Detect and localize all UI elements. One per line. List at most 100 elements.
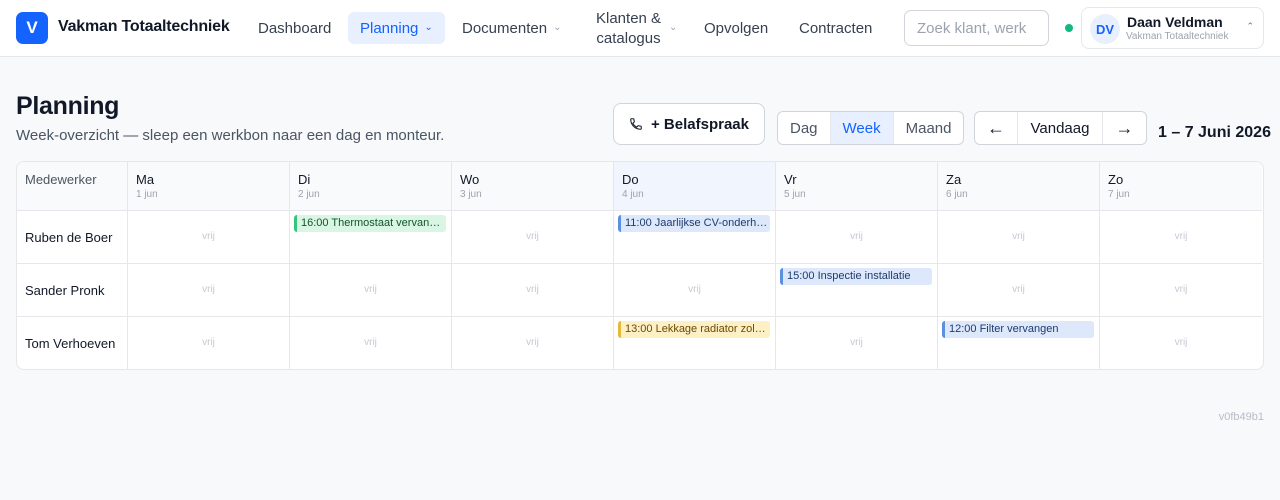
date-navigation: ← Vandaag → xyxy=(974,111,1147,145)
schedule-slot[interactable]: vrij xyxy=(776,317,938,369)
user-menu[interactable]: DV Daan Veldman Vakman Totaaltechniek ⌃ xyxy=(1081,7,1264,49)
nav-klanten-label-line1: Klanten & xyxy=(596,10,662,27)
employee-name: Tom Verhoeven xyxy=(25,336,116,351)
nav-klanten-label-line2: catalogus xyxy=(596,30,661,47)
user-organization: Vakman Totaaltechniek xyxy=(1126,31,1229,42)
view-week-button[interactable]: Week xyxy=(830,112,894,144)
day-name: Di xyxy=(298,172,311,187)
view-maand-button[interactable]: Maand xyxy=(894,112,964,144)
free-slot-label: vrij xyxy=(364,337,377,348)
schedule-slot[interactable]: vrij xyxy=(452,264,614,317)
day-date: 5 jun xyxy=(784,189,806,200)
online-status-dot xyxy=(1065,24,1073,32)
previous-week-button[interactable]: ← xyxy=(975,112,1018,144)
day-date: 2 jun xyxy=(298,189,320,200)
day-date: 3 jun xyxy=(460,189,482,200)
schedule-slot[interactable]: 13:00 Lekkage radiator zolder xyxy=(614,317,776,369)
nav-opvolgen[interactable]: Opvolgen xyxy=(692,12,780,44)
employee-row-label: Ruben de Boer xyxy=(17,211,128,264)
nav-planning-label: Planning xyxy=(360,19,419,37)
chevron-down-icon: ⌄ xyxy=(553,21,562,33)
nav-dashboard-label: Dashboard xyxy=(258,19,332,37)
day-name: Do xyxy=(622,172,639,187)
free-slot-label: vrij xyxy=(526,284,539,295)
schedule-slot[interactable]: vrij xyxy=(452,317,614,369)
version-label: v0fb49b1 xyxy=(1218,411,1264,423)
schedule-slot[interactable]: vrij xyxy=(128,211,290,264)
free-slot-label: vrij xyxy=(1174,337,1188,348)
schedule-slot[interactable]: vrij xyxy=(128,317,290,369)
chevron-down-icon: ⌃ xyxy=(1246,21,1254,31)
free-slot-label: vrij xyxy=(526,231,539,242)
schedule-slot[interactable]: vrij xyxy=(776,211,938,264)
job-card[interactable]: 13:00 Lekkage radiator zolder xyxy=(618,321,770,338)
nav-opvolgen-label: Opvolgen xyxy=(704,19,769,37)
schedule-slot[interactable]: vrij xyxy=(128,264,290,317)
nav-contracten[interactable]: Contracten xyxy=(787,12,884,44)
free-slot-label: vrij xyxy=(688,284,701,295)
planning-grid: Medewerker Ma 1 jun Di 2 jun Wo 3 jun Do 4 jun Vr… xyxy=(16,161,1264,370)
schedule-slot[interactable]: 12:00 Filter vervangen xyxy=(938,317,1100,369)
chevron-down-icon: ⌄ xyxy=(424,21,433,33)
nav-klanten-catalogus[interactable]: Klanten & catalogus ⌄ xyxy=(584,8,689,50)
day-header: Zo 7 jun xyxy=(1100,162,1262,211)
day-header: Vr 5 jun xyxy=(776,162,938,211)
day-name: Vr xyxy=(784,172,797,187)
next-week-button[interactable]: → xyxy=(1103,112,1146,144)
day-header: Wo 3 jun xyxy=(452,162,614,211)
avatar: DV xyxy=(1090,14,1120,44)
free-slot-label: vrij xyxy=(1174,231,1188,242)
employee-row-label: Tom Verhoeven xyxy=(17,317,128,369)
nav-dashboard[interactable]: Dashboard xyxy=(246,12,343,44)
free-slot-label: vrij xyxy=(1012,284,1025,295)
view-dag-button[interactable]: Dag xyxy=(778,112,831,144)
day-header: Di 2 jun xyxy=(290,162,452,211)
free-slot-label: vrij xyxy=(850,231,863,242)
nav-documenten[interactable]: Documenten ⌄ xyxy=(450,12,573,44)
employee-header-label: Medewerker xyxy=(25,172,97,187)
page-title: Planning xyxy=(16,92,120,120)
free-slot-label: vrij xyxy=(202,231,215,242)
schedule-slot[interactable]: 11:00 Jaarlijkse CV-onderhoud xyxy=(614,211,776,264)
schedule-slot[interactable]: vrij xyxy=(452,211,614,264)
employee-column-header: Medewerker xyxy=(17,162,128,211)
nav-documenten-label: Documenten xyxy=(462,19,548,37)
day-header: Do 4 jun xyxy=(614,162,776,211)
schedule-slot[interactable]: 16:00 Thermostaat vervangen xyxy=(290,211,452,264)
day-date: 4 jun xyxy=(622,189,644,200)
free-slot-label: vrij xyxy=(364,284,377,295)
search-input[interactable] xyxy=(904,10,1049,46)
phone-icon xyxy=(630,118,642,130)
date-range: 1 – 7 Juni 2026 xyxy=(1158,124,1271,141)
schedule-slot[interactable]: vrij xyxy=(1100,211,1262,264)
schedule-slot[interactable]: vrij xyxy=(938,211,1100,264)
day-header: Ma 1 jun xyxy=(128,162,290,211)
nav-planning[interactable]: Planning ⌄ xyxy=(348,12,445,44)
chevron-down-icon: ⌄ xyxy=(669,22,678,33)
schedule-slot[interactable]: vrij xyxy=(614,264,776,317)
job-card[interactable]: 16:00 Thermostaat vervangen xyxy=(294,215,446,232)
belafspraak-button[interactable]: + Belafspraak xyxy=(613,103,765,145)
schedule-slot[interactable]: 15:00 Inspectie installatie xyxy=(776,264,938,317)
day-date: 1 jun xyxy=(136,189,158,200)
free-slot-label: vrij xyxy=(1012,231,1025,242)
day-name: Za xyxy=(946,172,962,187)
user-name: Daan Veldman xyxy=(1127,14,1223,30)
free-slot-label: vrij xyxy=(202,337,215,348)
day-name: Zo xyxy=(1108,172,1124,187)
schedule-slot[interactable]: vrij xyxy=(290,264,452,317)
schedule-slot[interactable]: vrij xyxy=(290,317,452,369)
schedule-slot[interactable]: vrij xyxy=(1100,317,1262,369)
schedule-slot[interactable]: vrij xyxy=(1100,264,1262,317)
job-card[interactable]: 12:00 Filter vervangen xyxy=(942,321,1094,338)
day-name: Wo xyxy=(460,172,480,187)
app-logo[interactable]: V xyxy=(16,12,48,44)
employee-name: Sander Pronk xyxy=(25,283,105,298)
page-subtitle: Week-overzicht — sleep een werkbon naar … xyxy=(16,127,445,144)
schedule-slot[interactable]: vrij xyxy=(938,264,1100,317)
belafspraak-label: + Belafspraak xyxy=(651,115,749,133)
job-card[interactable]: 15:00 Inspectie installatie xyxy=(780,268,932,285)
free-slot-label: vrij xyxy=(850,337,863,348)
job-card[interactable]: 11:00 Jaarlijkse CV-onderhoud xyxy=(618,215,770,232)
today-button[interactable]: Vandaag xyxy=(1018,112,1103,144)
